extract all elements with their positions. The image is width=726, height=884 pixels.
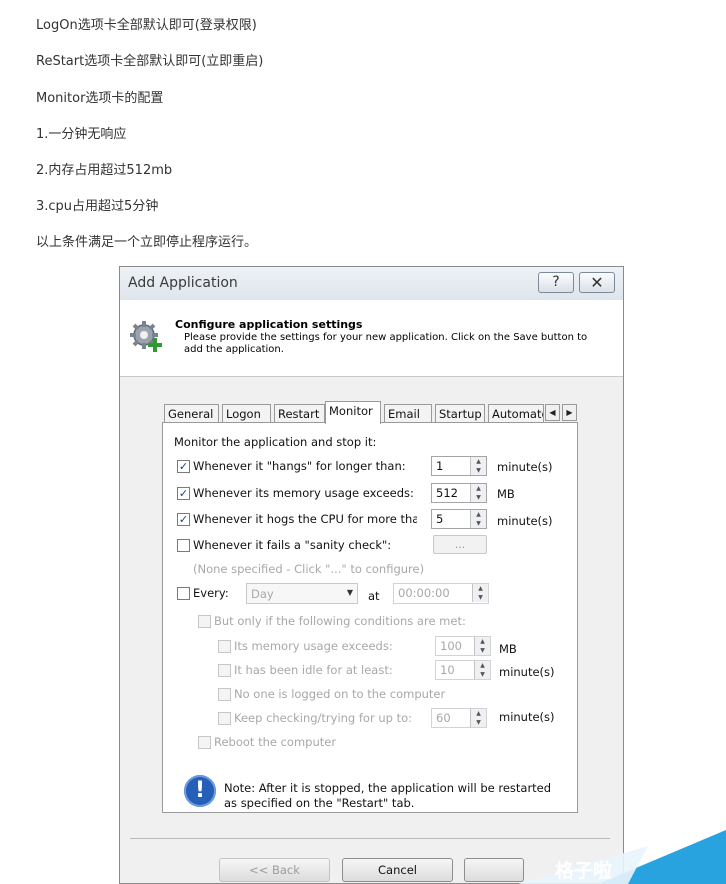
cond-idle-value: 10 bbox=[440, 663, 455, 677]
dialog-title: Add Application bbox=[128, 275, 238, 291]
every-time-spinner[interactable]: 00:00:00 ▲ ▼ bbox=[393, 583, 489, 604]
every-at-label: at bbox=[368, 589, 380, 603]
spin-down-icon[interactable]: ▼ bbox=[474, 646, 490, 655]
conditions-label: But only if the following conditions are… bbox=[214, 614, 466, 628]
memory-unit: MB bbox=[497, 487, 515, 501]
header-title: Configure application settings bbox=[175, 318, 363, 331]
every-label: Every: bbox=[193, 586, 229, 600]
dialog-header: Configure application settings Please pr… bbox=[120, 300, 623, 377]
close-button[interactable]: ✕ bbox=[579, 272, 615, 293]
header-description: Please provide the settings for your new… bbox=[184, 332, 588, 355]
cond-keep-unit: minute(s) bbox=[499, 710, 555, 724]
sanity-configure-button[interactable]: ... bbox=[433, 535, 487, 554]
cond-memory-spinner[interactable]: 100 ▲ ▼ bbox=[435, 636, 491, 656]
cpu-label: Whenever it hogs the CPU for more thar bbox=[193, 512, 417, 526]
memory-spinner[interactable]: 512 ▲ ▼ bbox=[431, 483, 487, 503]
article-line: LogOn选项卡全部默认即可(登录权限) bbox=[36, 18, 257, 33]
cond-memory-label: Its memory usage exceeds: bbox=[234, 639, 393, 653]
section-title: Monitor the application and stop it: bbox=[174, 435, 377, 449]
hangs-label: Whenever it "hangs" for longer than: bbox=[193, 459, 406, 473]
tab-automate[interactable]: Automate bbox=[488, 404, 544, 423]
watermark-logo bbox=[518, 830, 726, 884]
memory-label: Whenever its memory usage exceeds: bbox=[193, 486, 414, 500]
cond-memory-value: 100 bbox=[440, 639, 462, 653]
reboot-label: Reboot the computer bbox=[214, 735, 337, 749]
sanity-label: Whenever it fails a "sanity check": bbox=[193, 538, 392, 552]
tab-restart[interactable]: Restart bbox=[274, 404, 325, 423]
memory-checkbox[interactable]: ✓ bbox=[177, 487, 190, 500]
cond-nologon-label: No one is logged on to the computer bbox=[234, 687, 446, 701]
title-bar: Add Application ? ✕ bbox=[120, 267, 623, 301]
tab-scroll-left-icon[interactable]: ◀ bbox=[545, 404, 560, 421]
cond-idle-checkbox[interactable] bbox=[218, 664, 231, 677]
cond-memory-unit: MB bbox=[499, 642, 517, 656]
every-time-value: 00:00:00 bbox=[398, 586, 450, 600]
tab-general[interactable]: General bbox=[164, 404, 219, 423]
sanity-checkbox[interactable] bbox=[177, 539, 190, 552]
cond-keep-spinner[interactable]: 60 ▲ ▼ bbox=[431, 708, 487, 728]
cond-keep-checkbox[interactable] bbox=[218, 712, 231, 725]
cond-idle-unit: minute(s) bbox=[499, 665, 555, 679]
spin-down-icon[interactable]: ▼ bbox=[472, 593, 488, 602]
spin-down-icon[interactable]: ▼ bbox=[470, 493, 486, 502]
article-line: ReStart选项卡全部默认即可(立即重启) bbox=[36, 54, 264, 69]
cond-keep-label: Keep checking/trying for up to: bbox=[234, 711, 413, 725]
hangs-checkbox[interactable]: ✓ bbox=[177, 460, 190, 473]
article-line: Monitor选项卡的配置 bbox=[36, 91, 164, 106]
add-application-dialog: Add Application ? ✕ Configure applicatio… bbox=[119, 266, 624, 884]
tab-email[interactable]: Email bbox=[384, 404, 432, 423]
cond-keep-value: 60 bbox=[436, 711, 451, 725]
cancel-button[interactable]: Cancel bbox=[342, 858, 453, 882]
help-button[interactable]: ? bbox=[538, 272, 574, 293]
spin-down-icon[interactable]: ▼ bbox=[470, 718, 486, 727]
back-button[interactable]: << Back bbox=[219, 858, 330, 882]
spin-down-icon[interactable]: ▼ bbox=[474, 670, 490, 679]
spin-down-icon[interactable]: ▼ bbox=[470, 519, 486, 528]
every-checkbox[interactable] bbox=[177, 587, 190, 600]
chevron-down-icon: ▼ bbox=[346, 588, 353, 597]
hangs-value: 1 bbox=[436, 459, 444, 473]
cpu-value: 5 bbox=[436, 512, 444, 526]
cpu-spinner[interactable]: 5 ▲ ▼ bbox=[431, 509, 487, 529]
cond-memory-checkbox[interactable] bbox=[218, 640, 231, 653]
article-line: 以上条件满足一个立即停止程序运行。 bbox=[36, 235, 258, 250]
watermark-text: 格子啦 bbox=[555, 860, 613, 882]
restart-note: Note: After it is stopped, the applicati… bbox=[224, 781, 552, 809]
cond-idle-spinner[interactable]: 10 ▲ ▼ bbox=[435, 660, 491, 680]
gear-add-icon bbox=[130, 321, 162, 352]
every-period-select[interactable]: Day ▼ bbox=[246, 583, 358, 604]
sanity-hint: (None specified - Click "..." to configu… bbox=[193, 562, 425, 576]
article-line: 2.内存占用超过512mb bbox=[36, 163, 173, 178]
article-line: 3.cpu占用超过5分钟 bbox=[36, 199, 159, 214]
article-line: 1.一分钟无响应 bbox=[36, 127, 127, 142]
cond-idle-label: It has been idle for at least: bbox=[234, 663, 393, 677]
tab-logon[interactable]: Logon bbox=[222, 404, 271, 423]
cpu-unit: minute(s) bbox=[497, 514, 553, 528]
cond-nologon-checkbox[interactable] bbox=[218, 688, 231, 701]
tab-scroll-right-icon[interactable]: ▶ bbox=[562, 404, 577, 421]
spin-down-icon[interactable]: ▼ bbox=[470, 466, 486, 475]
hangs-spinner[interactable]: 1 ▲ ▼ bbox=[431, 456, 487, 476]
reboot-checkbox[interactable] bbox=[198, 736, 211, 749]
cpu-checkbox[interactable]: ✓ bbox=[177, 513, 190, 526]
tab-monitor[interactable]: Monitor bbox=[325, 401, 381, 424]
conditions-checkbox[interactable] bbox=[198, 615, 211, 628]
hangs-unit: minute(s) bbox=[497, 460, 553, 474]
tab-startup[interactable]: Startup bbox=[435, 404, 485, 423]
memory-value: 512 bbox=[436, 486, 458, 500]
monitor-panel: Monitor the application and stop it: ✓ W… bbox=[162, 422, 578, 813]
info-icon: ! bbox=[184, 775, 216, 807]
every-period-value: Day bbox=[251, 587, 274, 601]
